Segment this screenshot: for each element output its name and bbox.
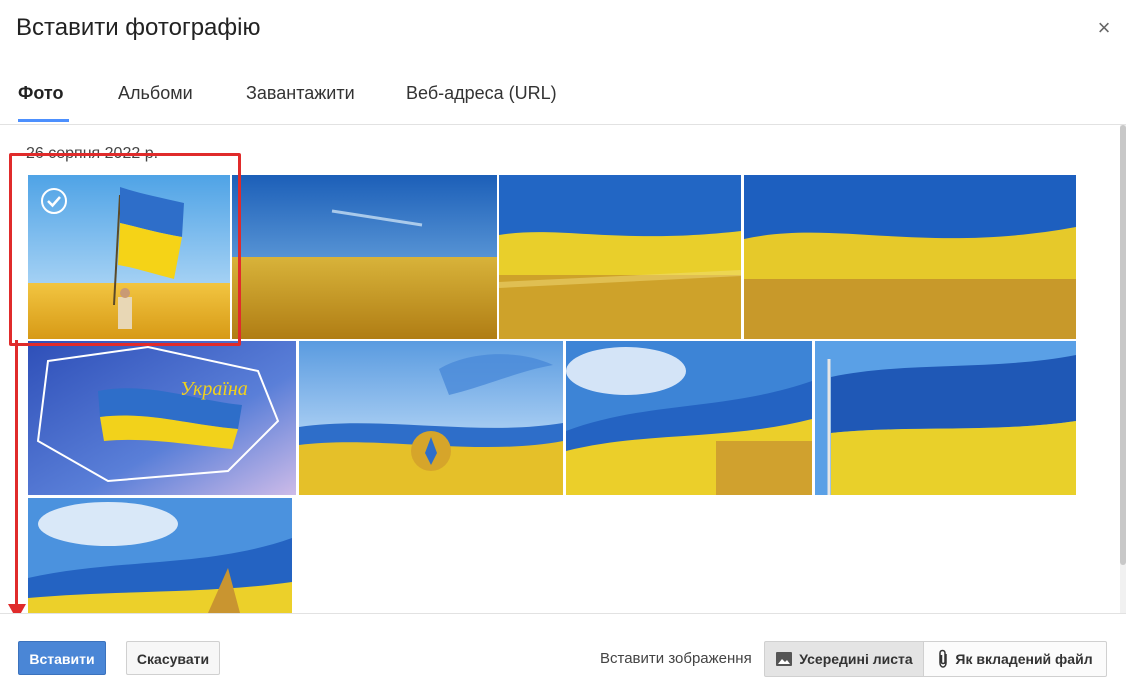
tab-upload[interactable]: Завантажити (246, 82, 355, 122)
photo-thumbnail[interactable]: Україна (28, 341, 296, 495)
insert-photo-dialog: Вставити фотографію × Фото Альбоми Заван… (0, 0, 1126, 699)
annotation-arrow-line (15, 340, 18, 612)
tab-bar: Фото Альбоми Завантажити Веб-адреса (URL… (0, 70, 1126, 126)
selected-check-icon (41, 188, 67, 214)
cancel-button[interactable]: Скасувати (126, 641, 220, 675)
inline-option-label: Усередині листа (799, 651, 913, 667)
image-icon (776, 652, 793, 666)
photo-thumbnail[interactable] (299, 341, 563, 495)
tab-web-url[interactable]: Веб-адреса (URL) (406, 82, 557, 122)
photo-thumbnail[interactable] (28, 498, 292, 613)
map-caption: Україна (180, 378, 248, 400)
photo-thumbnail[interactable] (28, 175, 230, 339)
photo-thumbnail[interactable] (566, 341, 812, 495)
close-icon[interactable]: × (1094, 17, 1114, 39)
date-label: 26 серпня 2022 р. (26, 145, 159, 162)
attachment-option-button[interactable]: Як вкладений файл (923, 641, 1107, 677)
photo-thumbnail[interactable] (499, 175, 741, 339)
attachment-option-label: Як вкладений файл (955, 651, 1093, 667)
photo-gallery: 26 серпня 2022 р. Україна (0, 125, 1126, 613)
gallery-scrollbar[interactable] (1120, 125, 1126, 613)
photo-thumbnail[interactable] (744, 175, 1076, 339)
paperclip-icon (939, 649, 948, 668)
insert-image-label: Вставити зображення (600, 650, 752, 667)
tab-photos[interactable]: Фото (18, 82, 71, 122)
inline-option-button[interactable]: Усередині листа (764, 641, 924, 677)
photo-thumbnail[interactable] (815, 341, 1076, 495)
dialog-footer: Вставити Скасувати Вставити зображення У… (0, 613, 1126, 699)
scrollbar-thumb[interactable] (1120, 125, 1126, 565)
dialog-title: Вставити фотографію (16, 14, 261, 41)
insert-button[interactable]: Вставити (18, 641, 106, 675)
photo-thumbnail[interactable] (232, 175, 497, 339)
tab-albums[interactable]: Альбоми (118, 82, 193, 122)
